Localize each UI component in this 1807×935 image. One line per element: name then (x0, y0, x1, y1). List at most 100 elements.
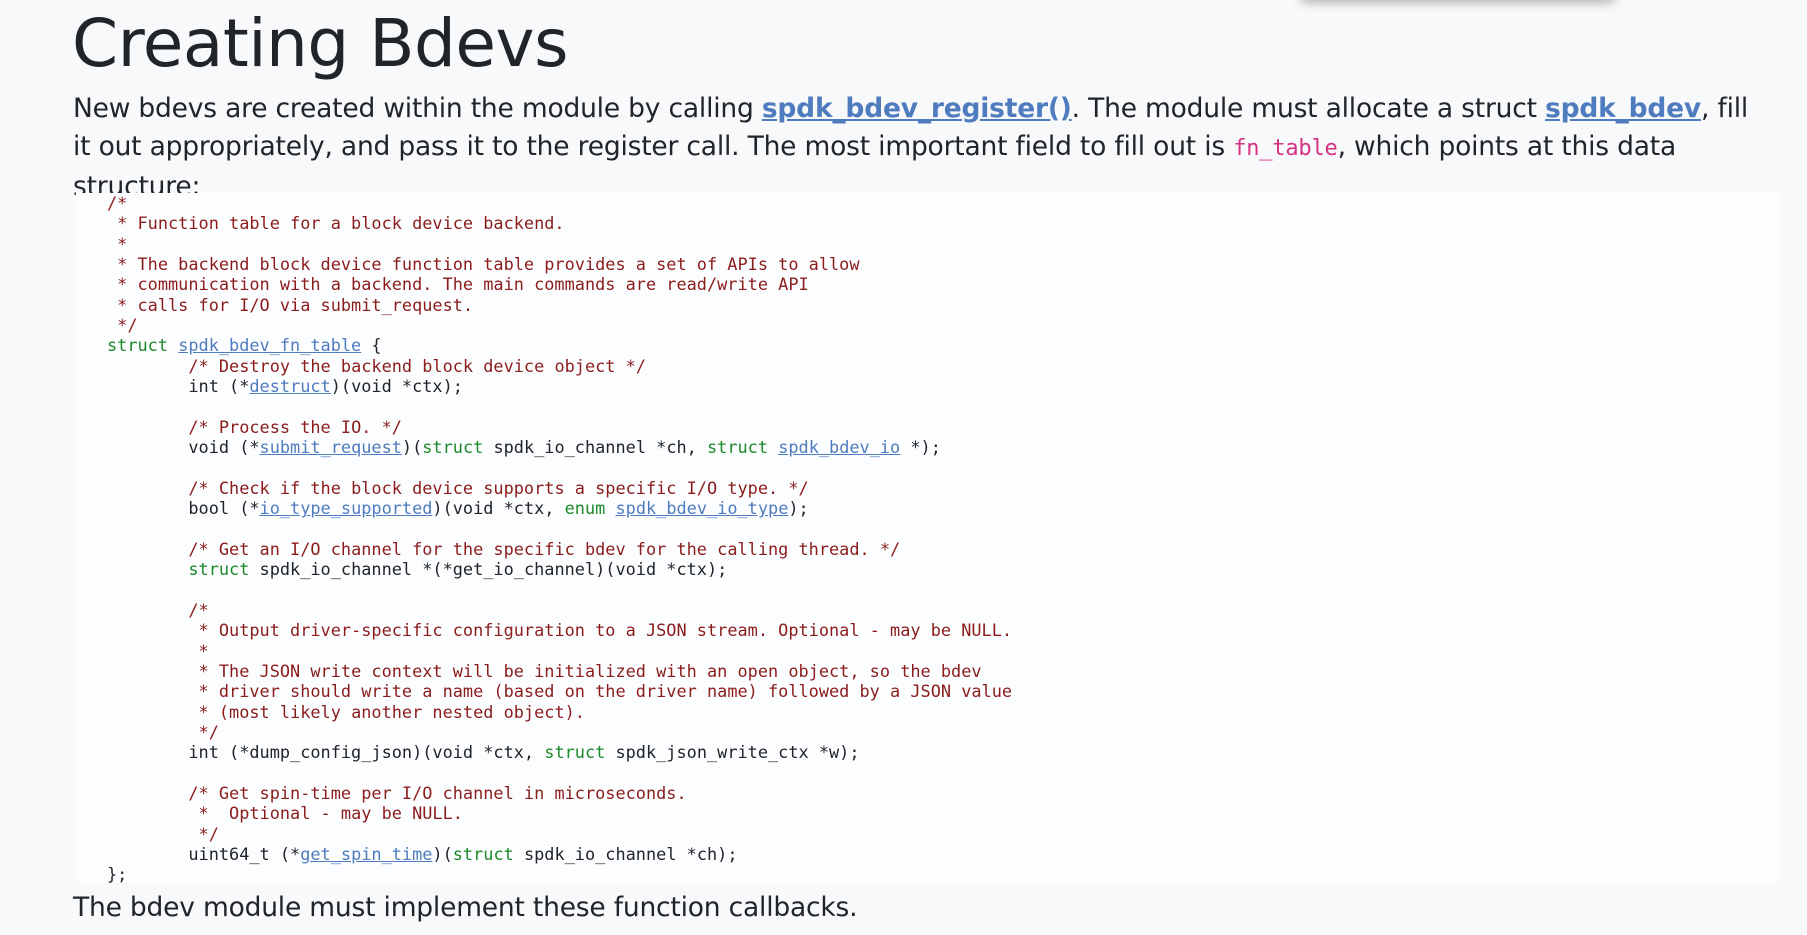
code-comment: * Optional - may be NULL. (188, 803, 463, 824)
code-text: spdk_json_write_ctx *w); (605, 742, 860, 763)
code-link[interactable]: io_type_supported (260, 498, 433, 518)
code-text: )(void *ctx); (330, 376, 463, 397)
code-comment: /* Check if the block device supports a … (188, 477, 809, 498)
code-comment: * (107, 233, 128, 254)
page-title: Creating Bdevs (72, 5, 568, 82)
code-comment: * The JSON write context will be initial… (188, 660, 982, 681)
code-line: * (most likely another nested object). (107, 702, 1779, 722)
code-line: * (107, 234, 1779, 254)
code-line: bool (*io_type_supported)(void *ctx, enu… (107, 498, 1779, 518)
code-line: * The JSON write context will be initial… (107, 661, 1779, 681)
code-text: void (* (107, 437, 260, 458)
code-comment: * (most likely another nested object). (188, 701, 585, 722)
code-line: */ (107, 315, 1779, 335)
intro-text: . The module must allocate a struct (1071, 93, 1546, 124)
code-text: int (* (107, 376, 250, 397)
code-keyword: enum (564, 498, 606, 519)
code-comment: * Output driver-specific configuration t… (188, 620, 1013, 641)
link-spdk-bdev[interactable]: spdk_bdev (1545, 93, 1701, 124)
code-comment: /* (188, 599, 209, 620)
code-link[interactable]: spdk_bdev_io_type (615, 498, 788, 518)
code-link[interactable]: get_spin_time (300, 844, 432, 864)
code-text: spdk_io_channel *ch, (483, 437, 707, 458)
code-line: * calls for I/O via submit_request. (107, 295, 1779, 315)
code-line: * Function table for a block device back… (107, 213, 1779, 233)
code-comment: /* Get an I/O channel for the specific b… (188, 538, 901, 559)
code-block: /* * Function table for a block device b… (76, 193, 1779, 885)
code-line: * Optional - may be NULL. (107, 803, 1779, 823)
code-comment: * driver should write a name (based on t… (188, 681, 1013, 702)
code-text: spdk_io_channel *(*get_io_channel)(void … (249, 559, 728, 580)
code-line: /* (107, 600, 1779, 620)
code-link[interactable]: spdk_bdev_io (778, 437, 900, 457)
code-line: int (*dump_config_json)(void *ctx, struc… (107, 742, 1779, 762)
code-text: spdk_io_channel *ch); (513, 844, 738, 864)
code-line: /* Process the IO. */ (107, 417, 1779, 437)
code-line: /* Get spin-time per I/O channel in micr… (107, 783, 1779, 803)
code-line: struct spdk_io_channel *(*get_io_channel… (107, 559, 1779, 579)
code-line: */ (107, 722, 1779, 742)
code-keyword: struct (544, 742, 606, 763)
code-line: struct spdk_bdev_fn_table { (107, 335, 1779, 355)
code-keyword: struct (452, 844, 514, 864)
code-keyword: struct (707, 437, 769, 458)
code-text: }; (107, 864, 128, 885)
code-comment: */ (188, 823, 219, 844)
code-line: * driver should write a name (based on t… (107, 681, 1779, 701)
code-text: )( (401, 437, 423, 458)
code-line: }; (107, 864, 1779, 884)
code-link[interactable]: destruct (249, 376, 330, 396)
code-text: int (*dump_config_json)(void *ctx, (107, 742, 545, 763)
link-spdk-bdev-register[interactable]: spdk_bdev_register() (762, 93, 1072, 124)
code-line: int (*destruct)(void *ctx); (107, 376, 1779, 396)
code-line: * The backend block device function tabl… (107, 254, 1779, 274)
outro-paragraph: The bdev module must implement these fun… (73, 892, 858, 923)
code-line: /* Get an I/O channel for the specific b… (107, 539, 1779, 559)
code-comment: * (188, 640, 209, 661)
code-link[interactable]: spdk_bdev_fn_table (178, 335, 361, 355)
code-comment: * calls for I/O via submit_request. (107, 294, 474, 315)
code-text: )( (432, 844, 453, 864)
code-comment: */ (188, 721, 219, 742)
code-line: void (*submit_request)( struct spdk_io_ch… (107, 437, 1779, 457)
code-line: uint64_t (*get_spin_time)(struct spdk_io… (107, 844, 1779, 864)
code-text: *); (900, 437, 941, 458)
code-line: * Output driver-specific configuration t… (107, 620, 1779, 640)
code-listing: /* * Function table for a block device b… (107, 193, 1779, 885)
code-comment: /* (107, 193, 128, 213)
code-text: ); (788, 498, 809, 519)
code-line: /* (107, 193, 1779, 213)
code-link[interactable]: submit_request (260, 437, 402, 457)
code-keyword: struct (188, 559, 250, 580)
code-text: bool (* (107, 498, 260, 519)
code-line: * communication with a backend. The main… (107, 274, 1779, 294)
inline-code-fn-table: fn_table (1233, 136, 1338, 161)
code-comment: * The backend block device function tabl… (107, 254, 860, 275)
code-comment: * communication with a backend. The main… (107, 274, 809, 295)
code-comment: /* Get spin-time per I/O channel in micr… (188, 782, 687, 803)
code-text: { (361, 335, 382, 356)
code-keyword: struct (107, 335, 179, 356)
code-line: /* Destroy the backend block device obje… (107, 356, 1779, 376)
code-comment: */ (107, 315, 138, 336)
